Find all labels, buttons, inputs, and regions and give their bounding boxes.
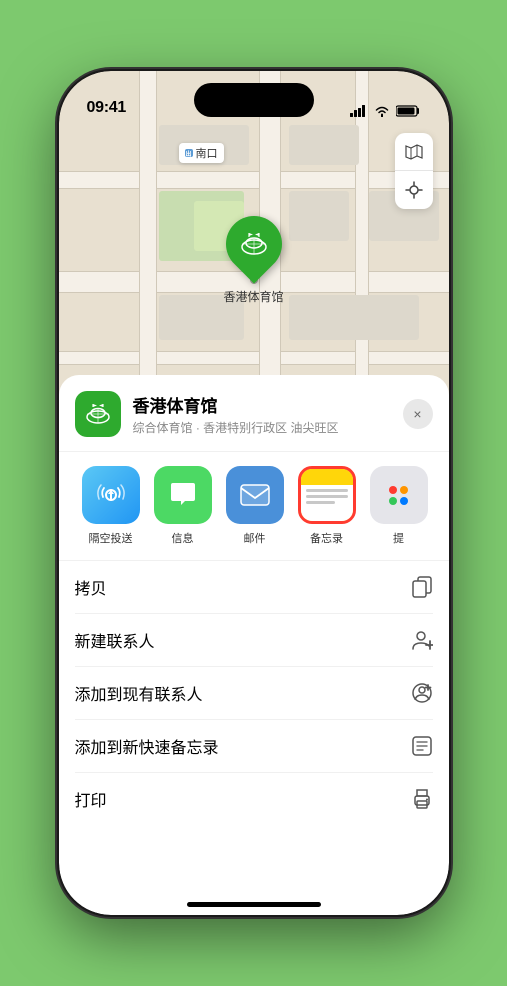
- messages-icon: [154, 466, 212, 524]
- airdrop-action[interactable]: 隔空投送: [75, 466, 147, 546]
- note-icon: [411, 735, 433, 757]
- add-note-label: 添加到新快速备忘录: [75, 734, 219, 758]
- venue-pin-icon: [238, 229, 268, 259]
- add-existing-label: 添加到现有联系人: [75, 681, 203, 705]
- mail-label: 邮件: [244, 530, 266, 546]
- sheet-venue-info: 香港体育馆 综合体育馆 · 香港特别行政区 油尖旺区: [133, 392, 391, 436]
- exit-label-prefix: 出: [185, 149, 193, 157]
- status-icons: [350, 105, 421, 117]
- add-note-item[interactable]: 添加到新快速备忘录: [75, 720, 433, 773]
- mail-action[interactable]: 邮件: [219, 466, 291, 546]
- sheet-venue-icon: [75, 391, 121, 437]
- map-type-button[interactable]: [395, 133, 433, 171]
- new-contact-item[interactable]: 新建联系人: [75, 614, 433, 667]
- messages-label: 信息: [172, 530, 194, 546]
- share-actions-row: 隔空投送 信息: [59, 452, 449, 561]
- signal-icon: [350, 105, 368, 117]
- location-button[interactable]: [395, 171, 433, 209]
- notes-icon-visual: [301, 469, 353, 521]
- notes-lines: [301, 485, 353, 521]
- messages-action[interactable]: 信息: [147, 466, 219, 546]
- bottom-sheet: 香港体育馆 综合体育馆 · 香港特别行政区 油尖旺区 ×: [59, 375, 449, 915]
- phone-frame: 09:41: [59, 71, 449, 915]
- notes-label: 备忘录: [310, 530, 343, 546]
- notes-action[interactable]: 备忘录: [291, 466, 363, 546]
- venue-pin[interactable]: 香港体育馆: [223, 216, 283, 305]
- sheet-venue-name: 香港体育馆: [133, 392, 391, 417]
- status-time: 09:41: [87, 99, 126, 117]
- copy-label: 拷贝: [75, 575, 107, 599]
- sheet-header: 香港体育馆 综合体育馆 · 香港特别行政区 油尖旺区 ×: [59, 375, 449, 452]
- copy-icon: [411, 576, 433, 598]
- mail-icon: [226, 466, 284, 524]
- venue-pin-bubble: [214, 204, 293, 283]
- map-exit-label: 出 南口: [179, 143, 224, 163]
- print-item[interactable]: 打印: [75, 773, 433, 825]
- airdrop-label: 隔空投送: [89, 530, 133, 546]
- printer-icon: [411, 788, 433, 810]
- more-action[interactable]: 提: [363, 466, 435, 546]
- copy-action-item[interactable]: 拷贝: [75, 561, 433, 614]
- add-existing-contact-item[interactable]: 添加到现有联系人: [75, 667, 433, 720]
- map-controls[interactable]: [395, 133, 433, 209]
- wifi-icon: [374, 105, 390, 117]
- new-contact-label: 新建联系人: [75, 628, 155, 652]
- action-list: 拷贝 新建联系人: [59, 561, 449, 825]
- home-indicator: [187, 902, 321, 907]
- more-icon: [370, 466, 428, 524]
- person-circle-icon: [411, 682, 433, 704]
- more-label: 提: [393, 530, 404, 546]
- notes-icon: [298, 466, 356, 524]
- dynamic-island: [194, 83, 314, 117]
- print-label: 打印: [75, 787, 107, 811]
- sheet-venue-subtitle: 综合体育馆 · 香港特别行政区 油尖旺区: [133, 419, 391, 436]
- person-add-icon: [411, 629, 433, 651]
- battery-icon: [396, 105, 421, 117]
- airdrop-icon: [82, 466, 140, 524]
- notes-top-bar: [301, 469, 353, 485]
- venue-pin-label: 香港体育馆: [223, 288, 283, 305]
- sheet-close-button[interactable]: ×: [403, 399, 433, 429]
